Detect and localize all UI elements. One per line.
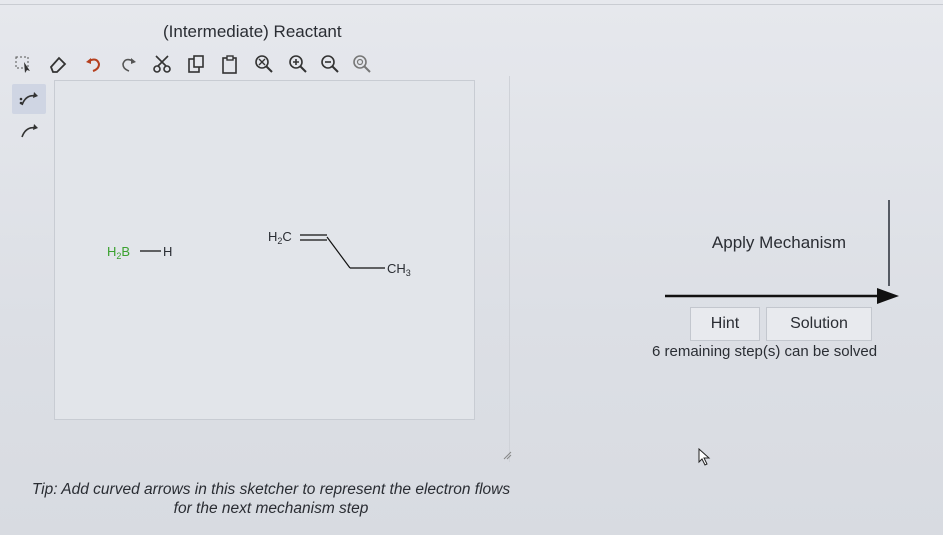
tip-line-1: Tip: Add curved arrows in this sketcher … (31, 481, 511, 498)
resize-grip-icon[interactable] (502, 450, 512, 460)
apply-mechanism-button[interactable]: Apply Mechanism (670, 200, 890, 286)
page-title: (Intermediate) Reactant (163, 22, 342, 41)
mouse-cursor-icon (698, 448, 711, 466)
solution-button[interactable]: Solution (766, 307, 872, 341)
paste-icon[interactable] (218, 52, 242, 76)
zoom-reset-icon[interactable] (252, 52, 276, 76)
undo-icon[interactable] (82, 52, 106, 76)
tip-text: Tip: Add curved arrows in this sketcher … (6, 480, 536, 518)
redo-icon[interactable] (116, 52, 140, 76)
copy-icon[interactable] (184, 52, 208, 76)
mechanism-app: (Intermediate) Reactant H2B H H2C CH3 Ap… (0, 0, 943, 535)
sketcher-canvas[interactable] (54, 80, 475, 420)
hint-button[interactable]: Hint (690, 307, 760, 341)
right-arrow-icon (665, 288, 899, 304)
zoom-fit-icon[interactable] (350, 52, 374, 76)
top-divider (0, 4, 943, 5)
tip-line-2: for the next mechanism step (173, 500, 369, 517)
remaining-steps-text: 6 remaining step(s) can be solved (652, 343, 878, 360)
curved-arrow-pair-icon[interactable] (12, 84, 46, 114)
eraser-icon[interactable] (46, 52, 70, 76)
zoom-out-icon[interactable] (318, 52, 342, 76)
cut-icon[interactable] (150, 52, 174, 76)
select-tool-icon[interactable] (12, 52, 36, 76)
zoom-in-icon[interactable] (286, 52, 310, 76)
curved-arrow-single-icon[interactable] (12, 116, 46, 146)
